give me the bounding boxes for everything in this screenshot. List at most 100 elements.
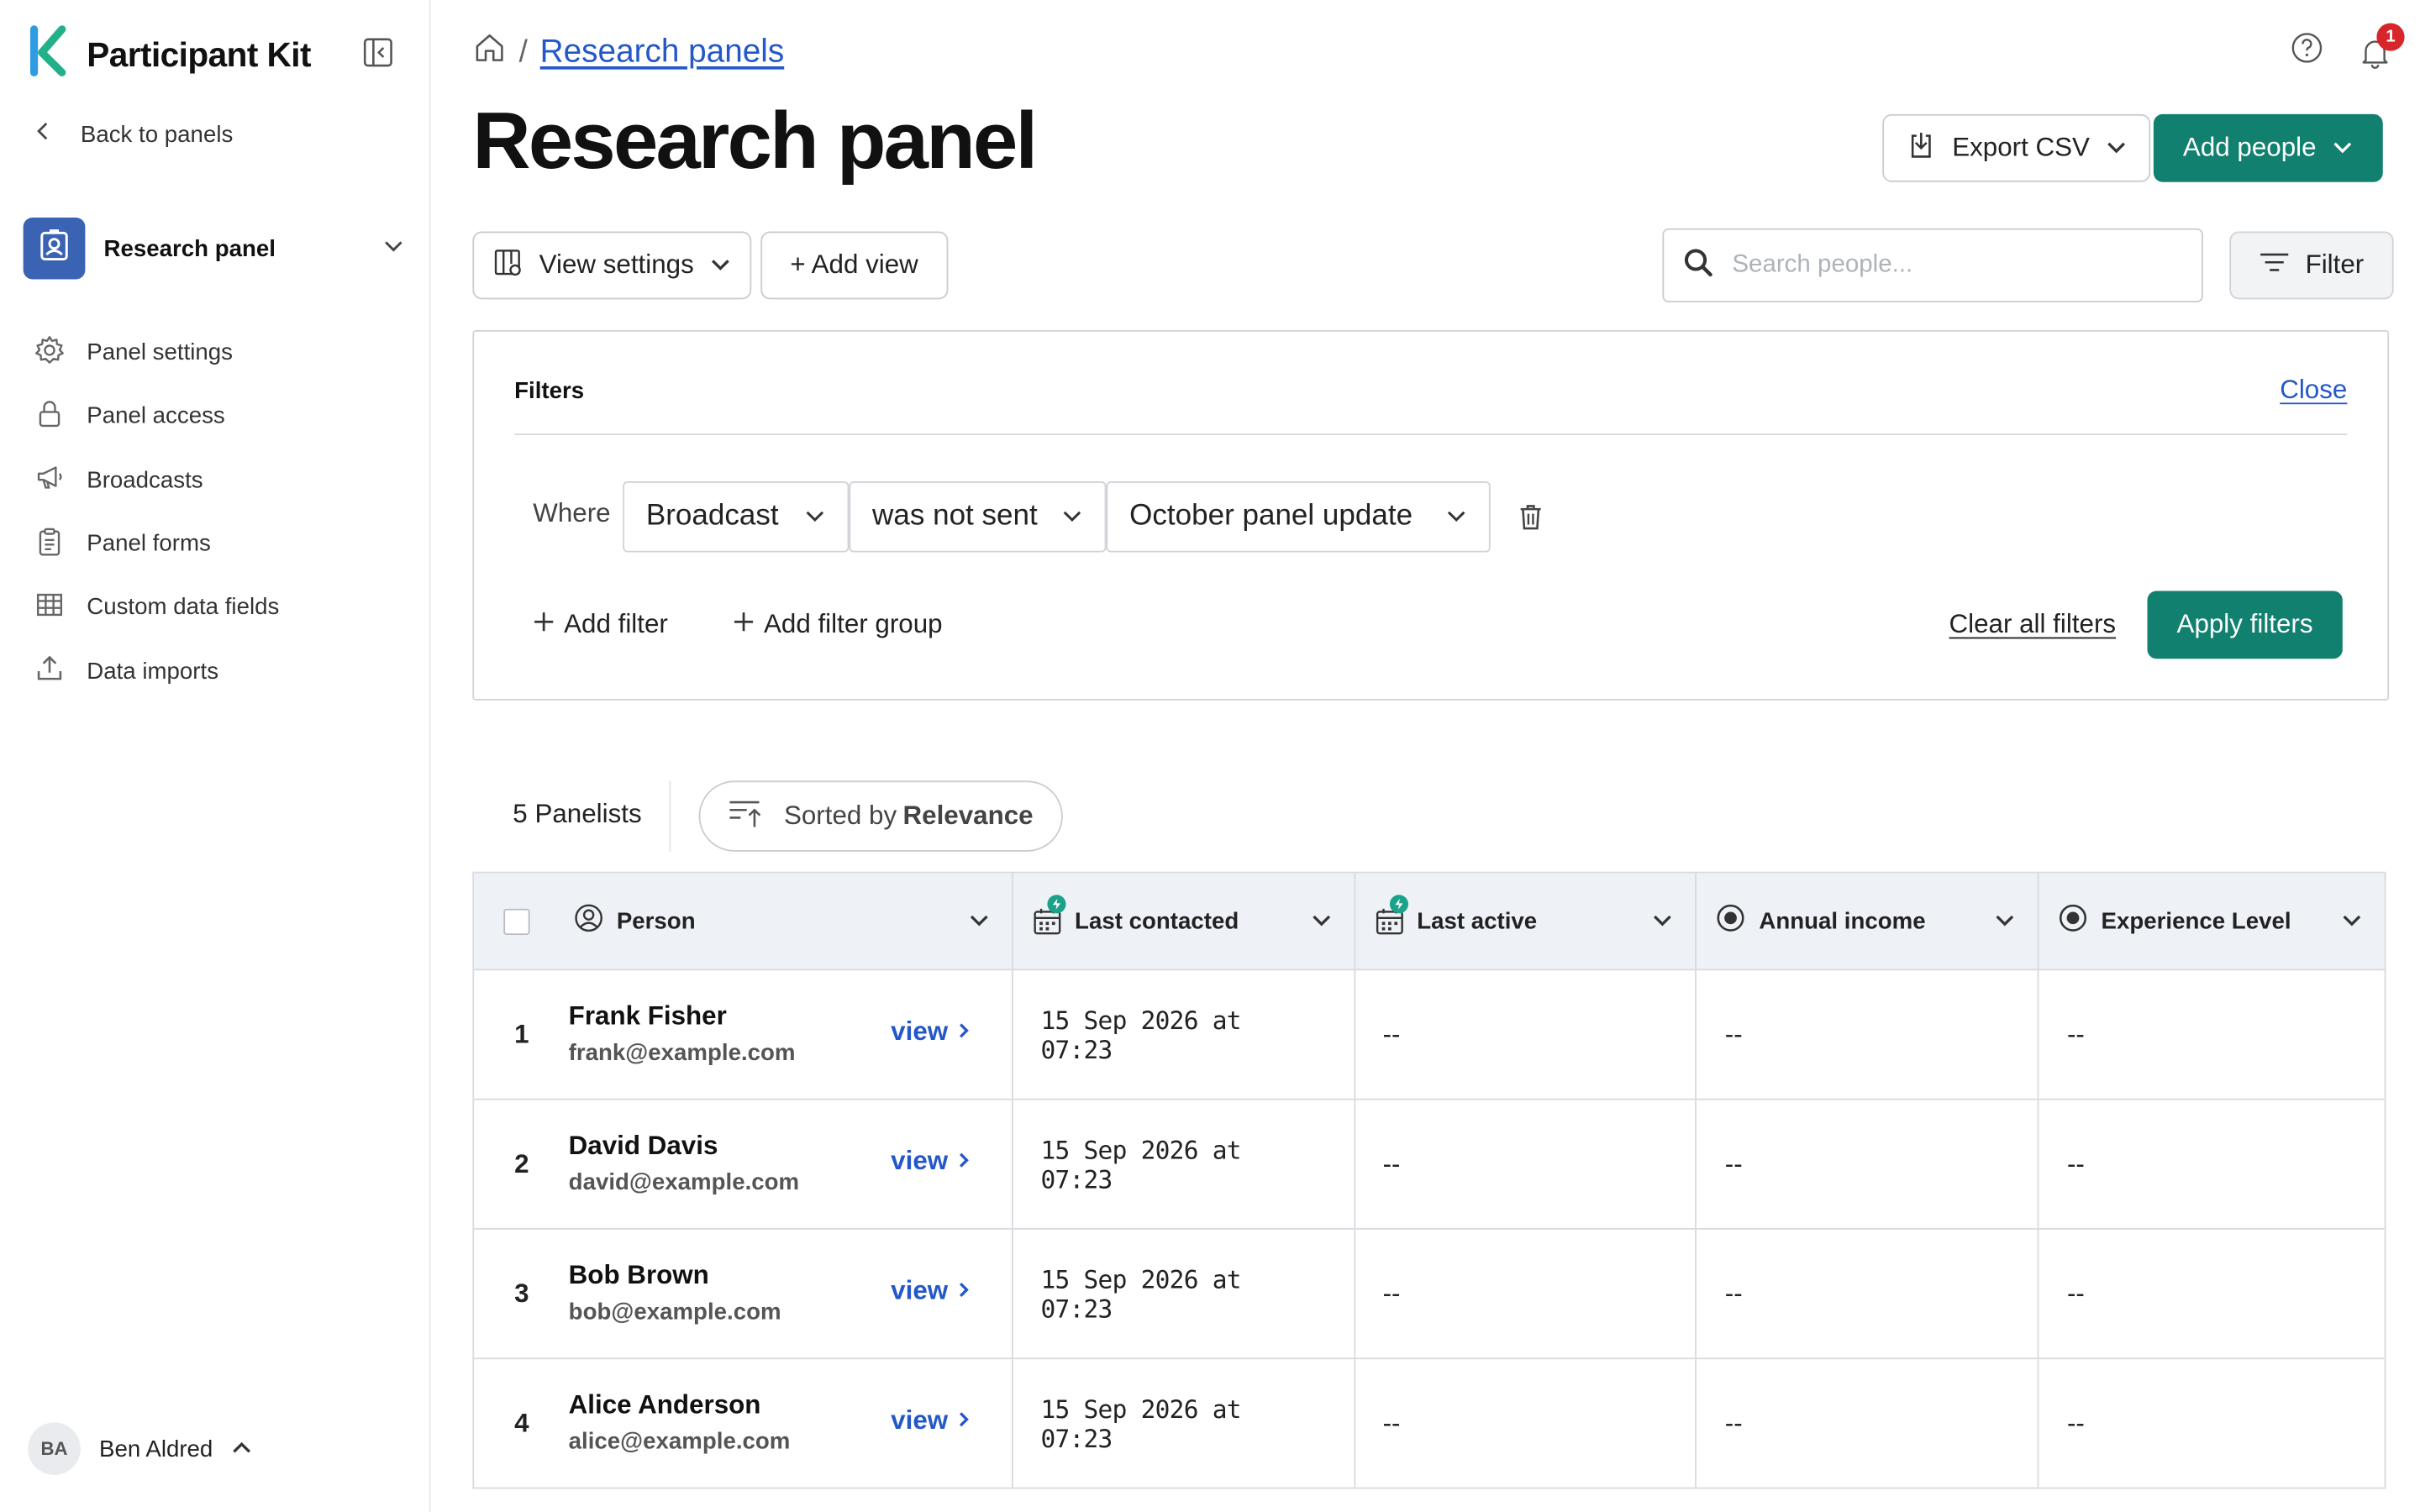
chevron-right-icon — [957, 1016, 970, 1047]
add-filter-group-button[interactable]: Add filter group — [733, 609, 943, 640]
sidebar-item-panel-forms[interactable]: Panel forms — [34, 512, 280, 576]
trash-icon[interactable] — [1515, 501, 1546, 533]
view-person-link[interactable]: view — [891, 1147, 970, 1178]
user-name: Ben Aldred — [99, 1436, 213, 1462]
experience-level-value: -- — [2066, 1407, 2085, 1437]
notification-count-badge: 1 — [2376, 22, 2405, 50]
filter-button[interactable]: Filter — [2229, 231, 2394, 300]
filter-operator-select[interactable]: was not sent — [849, 481, 1107, 553]
sidebar-item-panel-access[interactable]: Panel access — [34, 385, 280, 449]
chevron-down-icon[interactable] — [968, 908, 990, 934]
sidebar-item-label: Panel forms — [87, 530, 211, 558]
view-label: view — [891, 1405, 949, 1436]
page-title: Research panel — [472, 97, 1038, 187]
filter-field-select[interactable]: Broadcast — [623, 481, 850, 553]
annual-income-cell: -- — [1697, 1229, 2039, 1358]
help-icon[interactable] — [2290, 31, 2324, 73]
upload-icon — [34, 653, 66, 690]
column-label: Last active — [1417, 907, 1538, 935]
add-filter-button[interactable]: Add filter — [533, 609, 668, 640]
apply-filters-button[interactable]: Apply filters — [2147, 591, 2343, 659]
chevron-down-icon[interactable] — [1310, 908, 1332, 934]
filter-label: Filter — [2305, 249, 2365, 280]
chevron-down-icon[interactable] — [2341, 908, 2363, 934]
lock-icon — [34, 398, 66, 435]
megaphone-icon — [34, 462, 66, 499]
add-view-button[interactable]: + Add view — [760, 231, 948, 300]
column-label: Experience Level — [2101, 907, 2291, 935]
last-contacted-value: 15 Sep 2026 at 07:23 — [1040, 1394, 1241, 1453]
column-label: Annual income — [1759, 907, 1926, 935]
select-all-checkbox[interactable] — [503, 907, 530, 935]
sidebar-item-label: Data imports — [87, 658, 219, 685]
user-menu[interactable]: BA Ben Aldred — [28, 1422, 253, 1475]
chevron-down-icon — [1445, 500, 1467, 533]
logo-icon — [28, 24, 71, 85]
experience-level-cell: -- — [2039, 1229, 2386, 1358]
column-header-experience-level[interactable]: Experience Level — [2039, 873, 2386, 969]
breadcrumb-research-panels-link[interactable]: Research panels — [540, 34, 785, 71]
apply-filters-label: Apply filters — [2176, 609, 2313, 639]
column-header-annual-income[interactable]: Annual income — [1697, 873, 2039, 969]
sort-button[interactable]: Sorted by Relevance — [698, 780, 1063, 852]
add-people-label: Add people — [2182, 132, 2317, 162]
back-label: Back to panels — [80, 121, 234, 148]
last-active-cell: -- — [1355, 1100, 1697, 1229]
last-contacted-value: 15 Sep 2026 at 07:23 — [1040, 1264, 1241, 1323]
plus-icon — [733, 609, 755, 640]
search-input[interactable] — [1732, 251, 2166, 280]
column-label: Person — [616, 907, 696, 935]
annual-income-value: -- — [1724, 1019, 1743, 1049]
where-label: Where — [533, 498, 611, 528]
lightning-badge-icon — [1389, 895, 1408, 914]
panel-selector[interactable]: Research panel — [23, 216, 405, 281]
export-csv-button[interactable]: Export CSV — [1882, 113, 2150, 182]
table-row[interactable]: 1 Frank Fisher frank@example.com view 15… — [474, 970, 2386, 1100]
sort-value: Relevance — [902, 801, 1034, 831]
view-label: view — [891, 1275, 949, 1305]
back-to-panels-link[interactable]: Back to panels — [34, 120, 234, 148]
last-active-value: -- — [1382, 1278, 1401, 1308]
filter-value-select[interactable]: October panel update — [1106, 481, 1491, 553]
search-box[interactable] — [1662, 228, 2203, 302]
plus-icon — [533, 609, 555, 640]
last-contacted-cell: 15 Sep 2026 at 07:23 — [1013, 970, 1355, 1099]
view-label: view — [891, 1016, 949, 1047]
filters-panel: Filters Close Where Broadcast was not se… — [472, 330, 2390, 701]
add-people-button[interactable]: Add people — [2153, 113, 2383, 182]
sidebar-item-custom-data-fields[interactable]: Custom data fields — [34, 575, 280, 639]
brand[interactable]: Participant Kit — [28, 24, 311, 85]
app-name: Participant Kit — [87, 34, 311, 74]
collapse-sidebar-icon[interactable] — [362, 37, 397, 71]
close-filters-link[interactable]: Close — [2280, 375, 2347, 406]
table-row[interactable]: 3 Bob Brown bob@example.com view 15 Sep … — [474, 1229, 2386, 1360]
experience-level-cell: -- — [2039, 970, 2386, 1099]
chevron-down-icon — [1061, 500, 1083, 533]
last-contacted-cell: 15 Sep 2026 at 07:23 — [1013, 1229, 1355, 1358]
view-person-link[interactable]: view — [891, 1276, 970, 1307]
notifications-button[interactable]: 1 — [2358, 22, 2405, 69]
view-person-link[interactable]: view — [891, 1405, 970, 1436]
chevron-down-icon[interactable] — [1652, 908, 1674, 934]
clear-all-filters-link[interactable]: Clear all filters — [1949, 609, 2117, 640]
view-settings-button[interactable]: View settings — [472, 231, 751, 300]
person-email: bob@example.com — [568, 1299, 781, 1326]
sidebar-item-data-imports[interactable]: Data imports — [34, 639, 280, 703]
main-content: / Research panels 1 Research panel Expor… — [432, 0, 2420, 1512]
table-row[interactable]: 4 Alice Anderson alice@example.com view … — [474, 1359, 2386, 1489]
experience-level-value: -- — [2066, 1148, 2085, 1179]
view-person-link[interactable]: view — [891, 1016, 970, 1047]
calendar-icon — [1031, 895, 1065, 937]
chevron-down-icon[interactable] — [1994, 908, 2016, 934]
column-header-person[interactable]: Person — [474, 873, 1013, 969]
column-header-last-active[interactable]: Last active — [1355, 873, 1697, 969]
sidebar-item-label: Custom data fields — [87, 594, 280, 621]
home-icon[interactable] — [472, 31, 507, 74]
column-header-last-contacted[interactable]: Last contacted — [1013, 873, 1355, 969]
filter-operator-value: was not sent — [872, 500, 1038, 533]
table-row[interactable]: 2 David Davis david@example.com view 15 … — [474, 1100, 2386, 1230]
person-email: alice@example.com — [568, 1428, 791, 1456]
annual-income-cell: -- — [1697, 1359, 2039, 1488]
sidebar-item-broadcasts[interactable]: Broadcasts — [34, 449, 280, 512]
sidebar-item-panel-settings[interactable]: Panel settings — [34, 321, 280, 385]
